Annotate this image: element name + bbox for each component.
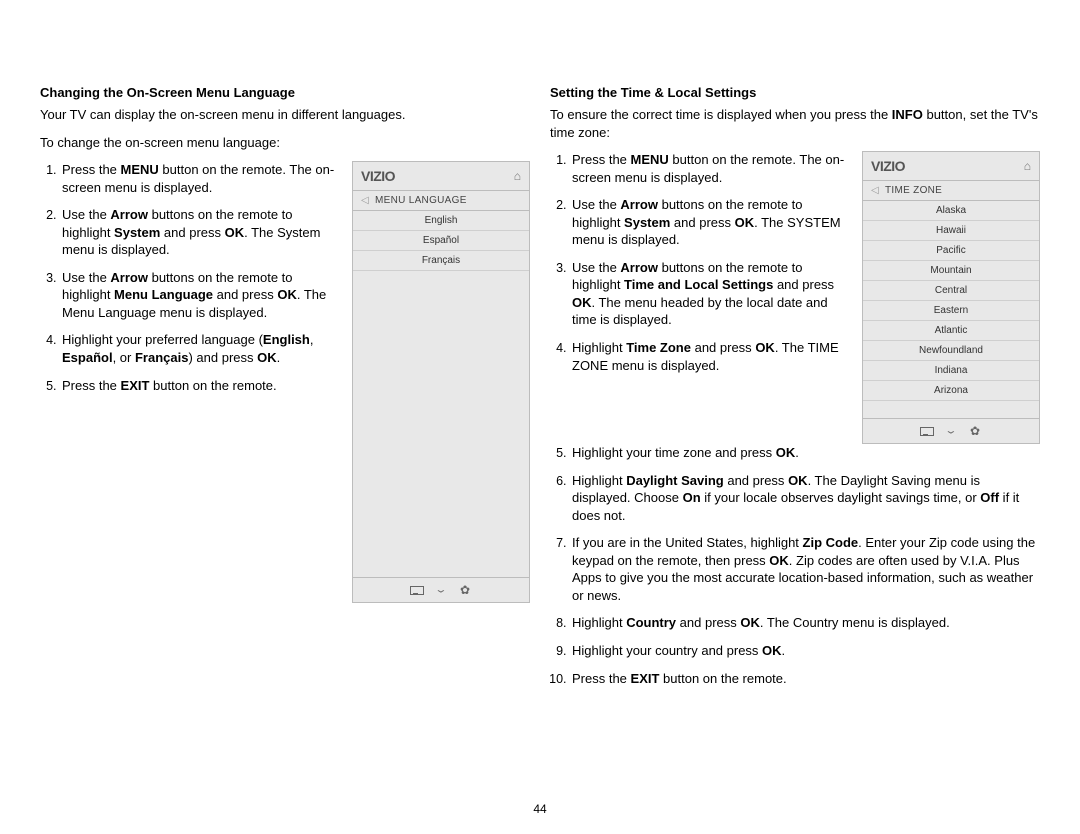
widget-footer: ⌄ ✿ xyxy=(353,577,529,602)
list-item: Highlight Time Zone and press OK. The TI… xyxy=(570,339,850,374)
list-item: Highlight Daylight Saving and press OK. … xyxy=(570,472,1040,525)
right-intro: To ensure the correct time is displayed … xyxy=(550,106,1040,141)
wide-icon xyxy=(920,425,934,437)
menu-row: Eastern xyxy=(863,301,1039,321)
list-item: Highlight your time zone and press OK. xyxy=(570,444,1040,462)
menu-row: Français xyxy=(353,251,529,271)
menu-row: Pacific xyxy=(863,241,1039,261)
widget-rows: AlaskaHawaiiPacificMountainCentralEaster… xyxy=(863,201,1039,418)
list-item: Highlight Country and press OK. The Coun… xyxy=(570,614,1040,632)
crumb-label: TIME ZONE xyxy=(885,185,942,196)
list-item: Use the Arrow buttons on the remote to h… xyxy=(60,269,340,322)
right-steps-top: Press the MENU button on the remote. The… xyxy=(550,151,850,374)
menu-row: Indiana xyxy=(863,361,1039,381)
gear-icon: ✿ xyxy=(458,584,472,596)
gear-icon: ✿ xyxy=(968,425,982,437)
home-icon: ⌂ xyxy=(514,169,521,183)
vizio-logo: VIZIO xyxy=(871,158,905,174)
list-item: If you are in the United States, highlig… xyxy=(570,534,1040,604)
menu-row: Newfoundland xyxy=(863,341,1039,361)
menu-row: Mountain xyxy=(863,261,1039,281)
page-number: 44 xyxy=(0,802,1080,816)
menu-row: Arizona xyxy=(863,381,1039,401)
right-column: Setting the Time & Local Settings To ens… xyxy=(550,85,1040,697)
list-item: Press the MENU button on the remote. The… xyxy=(60,161,340,196)
list-item: Use the Arrow buttons on the remote to h… xyxy=(570,259,850,329)
widget-rows: EnglishEspañolFrançais xyxy=(353,211,529,577)
list-item: Use the Arrow buttons on the remote to h… xyxy=(60,206,340,259)
home-icon: ⌂ xyxy=(1024,159,1031,173)
menu-row: English xyxy=(353,211,529,231)
widget-footer: ⌄ ✿ xyxy=(863,418,1039,443)
menu-row: Alaska xyxy=(863,201,1039,221)
crumb-label: MENU LANGUAGE xyxy=(375,195,467,206)
right-heading: Setting the Time & Local Settings xyxy=(550,85,1040,100)
left-intro: Your TV can display the on-screen menu i… xyxy=(40,106,530,124)
list-item: Press the EXIT button on the remote. xyxy=(60,377,340,395)
right-steps-bottom: Highlight your time zone and press OK. Hi… xyxy=(550,444,1040,687)
left-steps: Press the MENU button on the remote. The… xyxy=(40,161,340,394)
menu-language-widget: VIZIO ⌂ ◁ MENU LANGUAGE EnglishEspañolFr… xyxy=(352,161,530,603)
list-item: Highlight your country and press OK. xyxy=(570,642,1040,660)
left-heading: Changing the On-Screen Menu Language xyxy=(40,85,530,100)
back-icon: ◁ xyxy=(361,195,369,206)
list-item: Press the EXIT button on the remote. xyxy=(570,670,1040,688)
time-zone-widget: VIZIO ⌂ ◁ TIME ZONE AlaskaHawaiiPacificM… xyxy=(862,151,1040,444)
menu-row: Central xyxy=(863,281,1039,301)
left-column: Changing the On-Screen Menu Language You… xyxy=(40,85,530,697)
wide-icon xyxy=(410,584,424,596)
list-item: Use the Arrow buttons on the remote to h… xyxy=(570,196,850,249)
menu-row: Español xyxy=(353,231,529,251)
chevron-down-icon: ⌄ xyxy=(944,427,958,434)
list-item: Highlight your preferred language (Engli… xyxy=(60,331,340,366)
left-lead: To change the on-screen menu language: xyxy=(40,134,530,152)
list-item: Press the MENU button on the remote. The… xyxy=(570,151,850,186)
breadcrumb: ◁ MENU LANGUAGE xyxy=(353,191,529,211)
breadcrumb: ◁ TIME ZONE xyxy=(863,181,1039,201)
chevron-down-icon: ⌄ xyxy=(434,586,448,593)
menu-row: Hawaii xyxy=(863,221,1039,241)
back-icon: ◁ xyxy=(871,185,879,196)
vizio-logo: VIZIO xyxy=(361,168,395,184)
menu-row: Atlantic xyxy=(863,321,1039,341)
